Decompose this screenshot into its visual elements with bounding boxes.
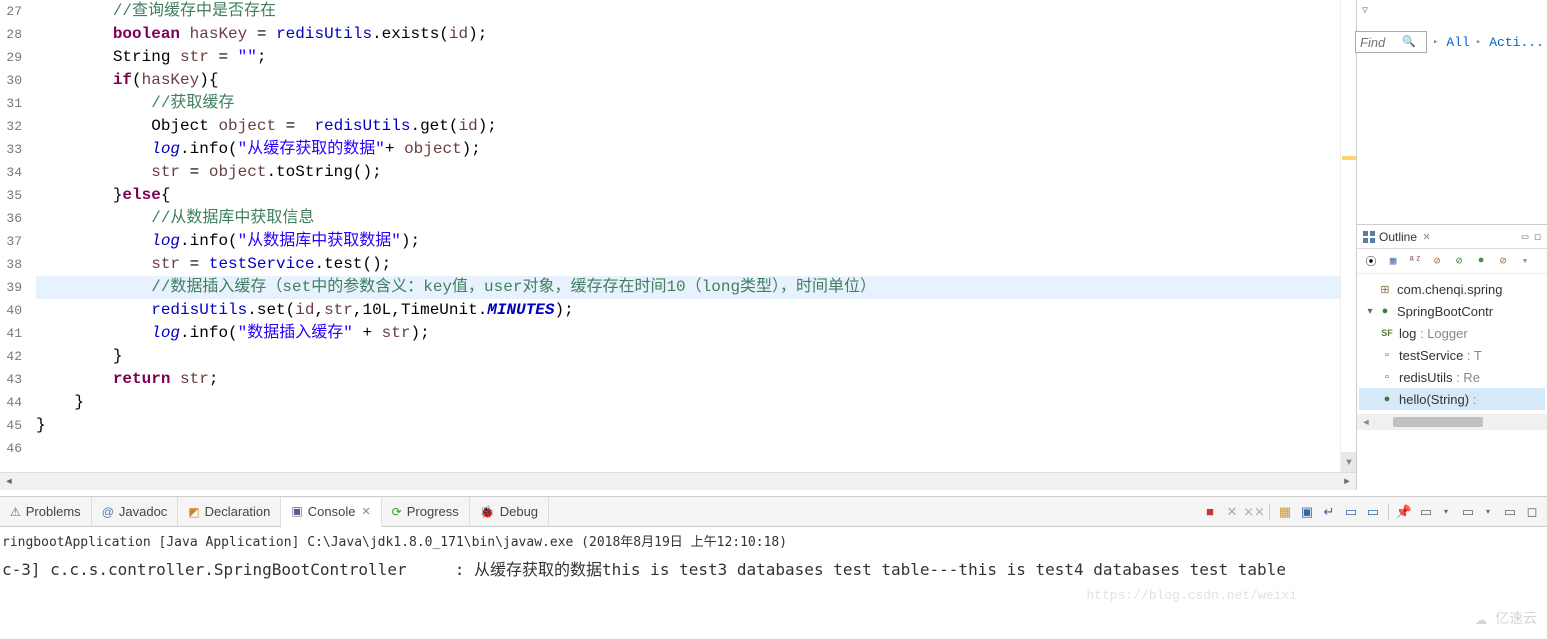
declaration-icon: ◩ [188,505,199,519]
terminate-icon[interactable]: ■ [1201,503,1219,521]
package-icon: ⊞ [1377,283,1393,296]
outline-tree[interactable]: ⊞ com.chenqi.spring ▾ ● SpringBootContr … [1357,274,1547,414]
outline-icon [1363,231,1375,243]
watermark-brand: 亿速云 [1495,608,1537,628]
tab-problems[interactable]: ⚠ Problems [0,497,92,526]
open-console-icon[interactable]: ▭ [1459,503,1477,521]
outline-class-row[interactable]: ▾ ● SpringBootContr [1359,300,1545,322]
tab-label: Javadoc [119,504,167,519]
tab-label: Problems [26,504,81,519]
tab-label: Progress [407,504,459,519]
progress-icon: ⟳ [392,505,402,519]
javadoc-icon: @ [102,505,114,519]
outline-field-row[interactable]: ▫ redisUtils : Re [1359,366,1545,388]
find-dropdown-icon[interactable]: ▸ [1476,37,1481,47]
outline-maximize-icon[interactable]: ◻ [1534,230,1541,244]
hide-local-icon[interactable]: ⊘ [1495,253,1511,269]
find-input[interactable] [1360,35,1402,50]
hscroll-right-icon[interactable]: ▸ [1338,473,1356,491]
find-all-link[interactable]: All [1446,35,1469,50]
collapse-icon[interactable]: ▾ [1363,306,1377,317]
console-launch-info: ringbootApplication [Java Application] C… [0,527,1547,554]
field-icon: ▫ [1379,371,1395,383]
outline-horizontal-scrollbar[interactable]: ◂ [1357,414,1547,430]
outline-minimize-icon[interactable]: ▭ [1522,230,1529,244]
watermark: ☁ 亿速云 [1475,605,1537,631]
outline-panel: Outline ✕ ▭ ◻ ⦿ ▦ ᵃᶻ ⊘ ⊘ ● ⊘ ▾ ⊞ [1357,225,1547,490]
hide-fields-icon[interactable]: ⊘ [1429,253,1445,269]
code-editor-area: 2728293031323334353637383940414243444546… [0,0,1357,490]
outline-title: Outline [1379,230,1417,244]
bottom-panel: ⚠ Problems @ Javadoc ◩ Declaration ▣ Con… [0,496,1547,582]
tab-close-icon[interactable]: ✕ [361,505,370,518]
tab-debug[interactable]: 🐞 Debug [470,497,549,526]
outline-menu-icon[interactable]: ▾ [1517,253,1533,269]
remove-launch-icon[interactable]: ✕ [1223,503,1241,521]
tab-javadoc[interactable]: @ Javadoc [92,497,179,526]
static-final-icon: SF [1379,328,1395,338]
outline-label: SpringBootContr [1397,304,1493,319]
cloud-icon: ☁ [1475,605,1487,631]
hide-nonpublic-icon[interactable]: ● [1473,253,1489,269]
ruler-warning-mark[interactable] [1342,156,1356,160]
dropdown-icon[interactable]: ▾ [1437,503,1455,521]
pin-console-icon[interactable]: 📌 [1395,503,1413,521]
outline-label: log : Logger [1399,326,1468,341]
method-icon: ● [1379,393,1395,405]
outline-method-row[interactable]: ● hello(String) : [1359,388,1545,410]
link-icon[interactable]: ▦ [1385,253,1401,269]
scroll-lock-icon[interactable]: ▣ [1298,503,1316,521]
remove-all-icon[interactable]: ⨯⨯ [1245,503,1263,521]
outline-label: testService : T [1399,348,1482,363]
code-content[interactable]: //查询缓存中是否存在 boolean hasKey = redisUtils.… [26,0,1340,472]
tab-label: Declaration [205,504,271,519]
outline-label: redisUtils : Re [1399,370,1480,385]
console-toolbar: ■ ✕ ⨯⨯ ▦ ▣ ↵ ▭ ▭ 📌 ▭ ▾ ▭ ▾ ▭ ◻ [1201,503,1547,521]
outline-package-row[interactable]: ⊞ com.chenqi.spring [1359,278,1545,300]
find-input-container: 🔍 [1355,31,1427,53]
hscroll-left-icon[interactable]: ◂ [0,473,18,491]
outline-field-row[interactable]: ▫ testService : T [1359,344,1545,366]
show-standard-out-icon[interactable]: ▭ [1342,503,1360,521]
outline-label: hello(String) : [1399,392,1476,407]
debug-icon: 🐞 [480,505,495,519]
outline-label: com.chenqi.spring [1397,282,1503,297]
class-icon: ● [1377,305,1393,317]
find-activate-link[interactable]: Acti... [1489,35,1544,50]
bottom-tabs-row: ⚠ Problems @ Javadoc ◩ Declaration ▣ Con… [0,497,1547,527]
console-icon: ▣ [291,504,302,518]
minimize-icon[interactable]: ▭ [1501,503,1519,521]
console-output[interactable]: c-3] c.c.s.controller.SpringBootControll… [0,554,1547,582]
outline-field-row[interactable]: SF log : Logger [1359,322,1545,344]
find-panel: ▽ 🔍 ▸ All ▸ Acti... [1357,0,1547,225]
editor-scroll-down-icon[interactable]: ▾ [1341,452,1356,472]
collapse-panel-icon[interactable]: ▽ [1362,5,1368,17]
outline-close-icon[interactable]: ✕ [1423,229,1430,244]
tab-label: Console [308,504,356,519]
outline-toolbar: ⦿ ▦ ᵃᶻ ⊘ ⊘ ● ⊘ ▾ [1357,249,1547,274]
sort-icon[interactable]: ᵃᶻ [1407,253,1423,269]
maximize-icon[interactable]: ◻ [1523,503,1541,521]
tab-declaration[interactable]: ◩ Declaration [178,497,281,526]
clear-console-icon[interactable]: ▦ [1276,503,1294,521]
search-icon[interactable]: 🔍 [1402,35,1416,49]
dropdown-icon[interactable]: ▾ [1479,503,1497,521]
tab-progress[interactable]: ⟳ Progress [382,497,470,526]
tab-label: Debug [500,504,538,519]
overview-ruler[interactable]: ▾ [1340,0,1356,472]
tab-console[interactable]: ▣ Console ✕ [281,498,381,527]
field-icon: ▫ [1379,349,1395,361]
line-gutter: 2728293031323334353637383940414243444546 [0,0,26,472]
problems-icon: ⚠ [10,505,21,519]
focus-icon[interactable]: ⦿ [1363,253,1379,269]
show-standard-err-icon[interactable]: ▭ [1364,503,1382,521]
find-dropdown-icon[interactable]: ▸ [1433,37,1438,47]
display-selected-console-icon[interactable]: ▭ [1417,503,1435,521]
word-wrap-icon[interactable]: ↵ [1320,503,1338,521]
watermark-url: https://blog.csdn.net/weixi [1086,588,1297,603]
editor-horizontal-scrollbar[interactable]: ◂ ▸ [0,472,1356,490]
hide-static-icon[interactable]: ⊘ [1451,253,1467,269]
